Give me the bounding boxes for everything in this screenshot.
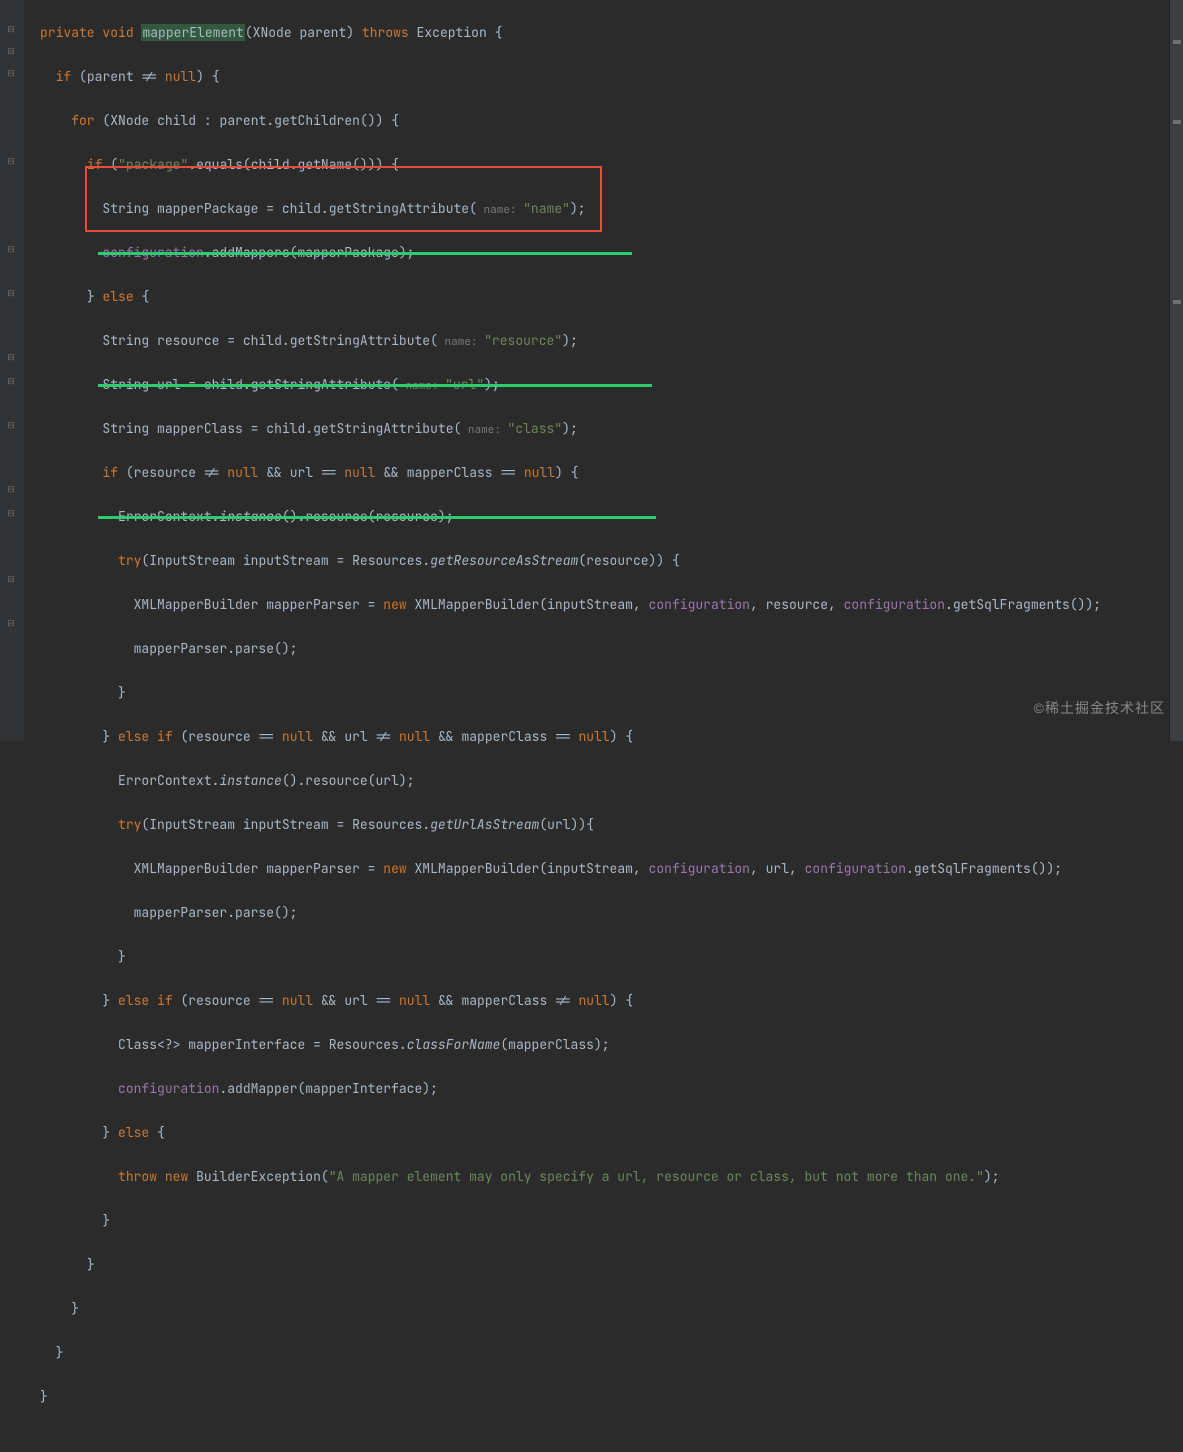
- code-line: }: [40, 946, 1183, 968]
- code-line: configuration.addMapper(mapperInterface)…: [40, 1078, 1183, 1100]
- code-line: }: [40, 1342, 1183, 1364]
- code-line: String resource = child.getStringAttribu…: [40, 330, 1183, 352]
- code-line: throw new BuilderException("A mapper ele…: [40, 1166, 1183, 1188]
- code-line: String mapperPackage = child.getStringAt…: [40, 198, 1183, 220]
- fold-icon[interactable]: ⊟: [6, 568, 16, 578]
- fold-icon[interactable]: ⊟: [6, 414, 16, 424]
- code-line: }: [40, 1298, 1183, 1320]
- fold-icon[interactable]: ⊟: [6, 502, 16, 512]
- code-line: ErrorContext.instance().resource(resourc…: [40, 506, 1183, 528]
- watermark: ©稀土掘金技术社区: [1034, 697, 1165, 719]
- code-line: mapperParser.parse();: [40, 638, 1183, 660]
- code-editor[interactable]: ⊟ ⊟ ⊟ ⊟ ⊟ ⊟ ⊟ ⊟ ⊟ ⊟ ⊟ ⊟ ⊟ private void m…: [0, 0, 1183, 741]
- code-line: for (XNode child : parent.getChildren())…: [40, 110, 1183, 132]
- code-line: try(InputStream inputStream = Resources.…: [40, 550, 1183, 572]
- code-line: XMLMapperBuilder mapperParser = new XMLM…: [40, 594, 1183, 616]
- code-line: }: [40, 1210, 1183, 1232]
- fold-icon[interactable]: ⊟: [6, 238, 16, 248]
- error-stripe[interactable]: [1169, 0, 1183, 741]
- fold-icon[interactable]: ⊟: [6, 612, 16, 622]
- fold-icon[interactable]: ⊟: [6, 150, 16, 160]
- fold-icon[interactable]: ⊟: [6, 62, 16, 72]
- code-line: String mapperClass = child.getStringAttr…: [40, 418, 1183, 440]
- code-area[interactable]: private void mapperElement(XNode parent)…: [24, 0, 1183, 741]
- code-line: } else {: [40, 286, 1183, 308]
- fold-icon[interactable]: ⊟: [6, 346, 16, 356]
- code-line: ErrorContext.instance().resource(url);: [40, 770, 1183, 792]
- code-line: } else if (resource == null && url == nu…: [40, 990, 1183, 1012]
- code-line: if (parent != null) {: [40, 66, 1183, 88]
- gutter: ⊟ ⊟ ⊟ ⊟ ⊟ ⊟ ⊟ ⊟ ⊟ ⊟ ⊟ ⊟ ⊟: [0, 0, 24, 741]
- code-line: } else if (resource == null && url != nu…: [40, 726, 1183, 748]
- code-line: Class<?> mapperInterface = Resources.cla…: [40, 1034, 1183, 1056]
- code-line: }: [40, 1386, 1183, 1408]
- fold-icon[interactable]: ⊟: [6, 478, 16, 488]
- fold-icon[interactable]: ⊟: [6, 40, 16, 50]
- code-line: XMLMapperBuilder mapperParser = new XMLM…: [40, 858, 1183, 880]
- code-line: }: [40, 682, 1183, 704]
- code-line: }: [40, 1254, 1183, 1276]
- code-line: if ("package".equals(child.getName())) {: [40, 154, 1183, 176]
- code-line: private void mapperElement(XNode parent)…: [40, 22, 1183, 44]
- code-line: try(InputStream inputStream = Resources.…: [40, 814, 1183, 836]
- fold-icon[interactable]: ⊟: [6, 18, 16, 28]
- code-line: mapperParser.parse();: [40, 902, 1183, 924]
- code-line: configuration.addMappers(mapperPackage);: [40, 242, 1183, 264]
- code-line: String url = child.getStringAttribute( n…: [40, 374, 1183, 396]
- fold-icon[interactable]: ⊟: [6, 282, 16, 292]
- code-line: if (resource != null && url == null && m…: [40, 462, 1183, 484]
- fold-icon[interactable]: ⊟: [6, 370, 16, 380]
- code-line: } else {: [40, 1122, 1183, 1144]
